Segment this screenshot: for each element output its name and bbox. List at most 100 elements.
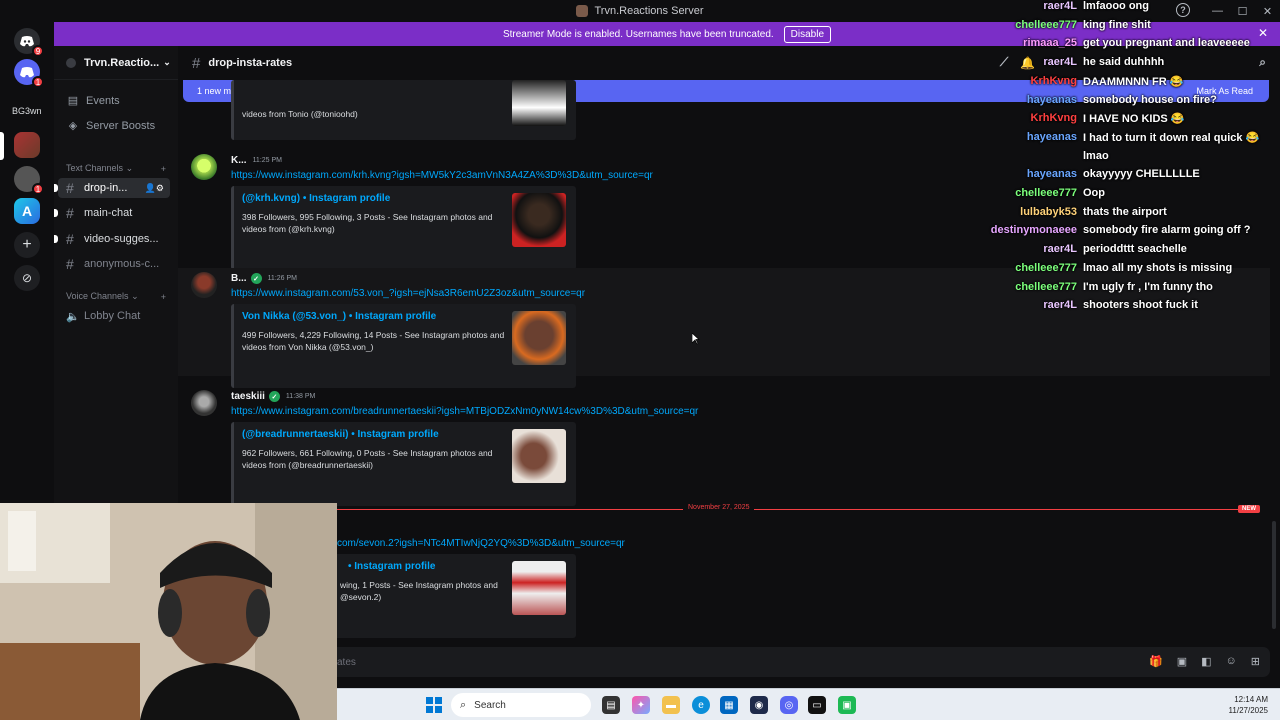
embed-description: 962 Followers, 661 Following, 0 Posts - … (242, 448, 493, 470)
edge-icon[interactable]: e (692, 696, 710, 714)
channel-drop-insta-rates[interactable]: # drop-in... 👤⚙ (54, 178, 170, 198)
channel-anonymous[interactable]: # anonymous-c... (58, 254, 170, 274)
avatar[interactable] (191, 272, 217, 298)
message-link[interactable]: https://www.instagram.com/53.von_?igsh=e… (231, 288, 585, 299)
add-server-icon[interactable]: + (14, 232, 40, 258)
server-trvn[interactable] (14, 132, 40, 158)
voice-channel-lobby[interactable]: 🔈 Lobby Chat (58, 306, 170, 326)
embed-title[interactable]: • Instagram profile (348, 561, 435, 572)
add-channel-icon[interactable]: + (161, 164, 166, 174)
boosts-label: Server Boosts (86, 119, 156, 132)
chat-message: get you pregnant and leaveeeee (1083, 37, 1250, 50)
embed: (@krh.kvng) • Instagram profile 398 Foll… (231, 186, 576, 270)
message-link[interactable]: https://www.instagram.com/krh.kvng?igsh=… (231, 170, 653, 181)
boosts-item[interactable]: ◈ Server Boosts (66, 119, 156, 133)
discover-icon[interactable]: ⊘ (14, 265, 40, 291)
chat-username: lulbabyk53 (1020, 205, 1077, 218)
discord-taskbar-icon[interactable]: ◎ (780, 696, 798, 714)
chat-username: hayeanas (1026, 93, 1077, 106)
message-composer[interactable]: ates 🎁 ▣ ◧ ☺ ⊞ (190, 647, 1270, 677)
chat-username: hayeanas (1026, 130, 1077, 143)
server-badge: 1 (32, 183, 44, 195)
app-icon[interactable]: ◉ (750, 696, 768, 714)
app-icon[interactable]: ▣ (838, 696, 856, 714)
chat-line: destinymonaeee somebody fire alarm going … (940, 224, 1280, 236)
embed-title[interactable]: (@krh.kvng) • Instagram profile (242, 193, 390, 204)
chat-line: chelleee777 lmao all my shots is missing (940, 262, 1280, 274)
chat-username: raer4L (1043, 243, 1077, 256)
emoji-icon[interactable]: ☺ (1226, 655, 1237, 668)
chevron-down-icon: ⌄ (125, 163, 134, 173)
message-link[interactable]: com/sevon.2?igsh=NTc4MTIwNjQ2YQ%3D%3D&ut… (337, 538, 625, 549)
copilot-icon[interactable]: ✦ (632, 696, 650, 714)
avatar[interactable] (191, 154, 217, 180)
guild-label: BG3wn (12, 106, 42, 116)
chat-line: hayeanas I had to turn it down real quick… (940, 131, 1280, 144)
embed-thumbnail[interactable] (512, 429, 566, 483)
sticker-icon[interactable]: ◧ (1201, 655, 1211, 668)
channel-video-suggestions[interactable]: # video-sugges... (54, 229, 170, 249)
channel-label: main-chat (84, 207, 133, 219)
chevron-down-icon: ⌄ (163, 57, 171, 67)
taskbar-search[interactable]: ⌕ Search (451, 693, 591, 717)
chat-message: he said duhhhh (1083, 56, 1165, 69)
gif-icon[interactable]: ▣ (1177, 655, 1187, 668)
voice-channels-category[interactable]: Voice Channels ⌄ + (66, 291, 166, 302)
channel-label: drop-in... (84, 182, 128, 194)
chat-message: perioddttt seachelle (1083, 243, 1187, 256)
chat-message: somebody fire alarm going off ? (1083, 224, 1251, 237)
search-label: Search (474, 699, 506, 711)
events-label: Events (86, 94, 120, 107)
embed-thumbnail[interactable] (512, 193, 566, 247)
verified-icon: ✓ (268, 391, 280, 402)
window-title: Trvn.Reactions Server (594, 5, 704, 17)
embed-title[interactable]: (@breadrunnertaeskii) • Instagram profil… (242, 429, 439, 440)
server-a[interactable]: A (14, 198, 40, 224)
apps-icon[interactable]: ⊞ (1251, 655, 1260, 668)
invite-icon[interactable]: 👤⚙ (145, 183, 164, 194)
chat-message: I HAVE NO KIDS 😂 (1083, 113, 1185, 126)
username[interactable]: B... ✓ 11:26 PM (231, 273, 297, 284)
chat-message: I'm ugly fr , I'm funny tho (1083, 280, 1213, 293)
chat-line: hayeanas okayyyyy CHELLLLLE (940, 168, 1280, 180)
text-channels-category[interactable]: Text Channels ⌄ + (66, 163, 166, 174)
chat-username: chelleee777 (1015, 187, 1077, 199)
embed-title[interactable]: Von Nikka (@53.von_) • Instagram profile (242, 311, 436, 322)
add-channel-icon[interactable]: + (161, 292, 166, 302)
windows-start-icon[interactable] (426, 697, 442, 713)
embed-thumbnail[interactable] (512, 561, 566, 615)
mouse-cursor-icon (692, 333, 700, 345)
chat-username: raer4L (1043, 0, 1077, 12)
file-explorer-icon[interactable]: ▬ (662, 696, 680, 714)
chat-message: somebody house on fire? (1083, 93, 1217, 106)
server-header[interactable]: Trvn.Reactio... ⌄ (54, 46, 178, 80)
gift-icon[interactable]: 🎁 (1149, 655, 1163, 668)
boost-icon: ◈ (68, 120, 78, 132)
store-icon[interactable]: ▦ (720, 696, 738, 714)
chat-line: hayeanas somebody house on fire? (940, 94, 1280, 106)
terminal-icon[interactable]: ▭ (808, 696, 826, 714)
composer-toolbar: 🎁 ▣ ◧ ☺ ⊞ (1149, 655, 1260, 668)
chat-line: KrhKvng I HAVE NO KIDS 😂 (940, 112, 1280, 125)
avatar[interactable] (191, 390, 217, 416)
embed: (@breadrunnertaeskii) • Instagram profil… (231, 422, 576, 506)
message-link[interactable]: https://www.instagram.com/breadrunnertae… (231, 406, 698, 417)
server-discord-dm[interactable]: 1 (14, 59, 44, 88)
embed-thumbnail[interactable] (512, 80, 566, 126)
task-view-icon[interactable]: ▤ (602, 696, 620, 714)
hash-icon: # (192, 54, 201, 72)
chat-message: lmao all my shots is missing (1083, 261, 1233, 274)
server-avatar[interactable]: 1 (14, 166, 44, 195)
disable-button[interactable]: Disable (783, 25, 832, 43)
home-button[interactable]: 9 (14, 28, 44, 57)
username[interactable]: K... 11:25 PM (231, 155, 282, 166)
events-item[interactable]: ▤ Events (66, 94, 120, 108)
chat-line: raer4L perioddttt seachelle (940, 243, 1280, 255)
embed-thumbnail[interactable] (512, 311, 566, 365)
username[interactable]: taeskiii ✓ 11:38 PM (231, 391, 315, 402)
embed-description: 398 Followers, 995 Following, 3 Posts - … (242, 212, 493, 234)
system-clock[interactable]: 12:14 AM 11/27/2025 (1229, 694, 1268, 716)
chat-scrollbar[interactable] (1272, 521, 1276, 629)
channel-main-chat[interactable]: # main-chat (54, 203, 170, 223)
new-messages-divider: November 27, 2025 NEW (337, 504, 1260, 513)
